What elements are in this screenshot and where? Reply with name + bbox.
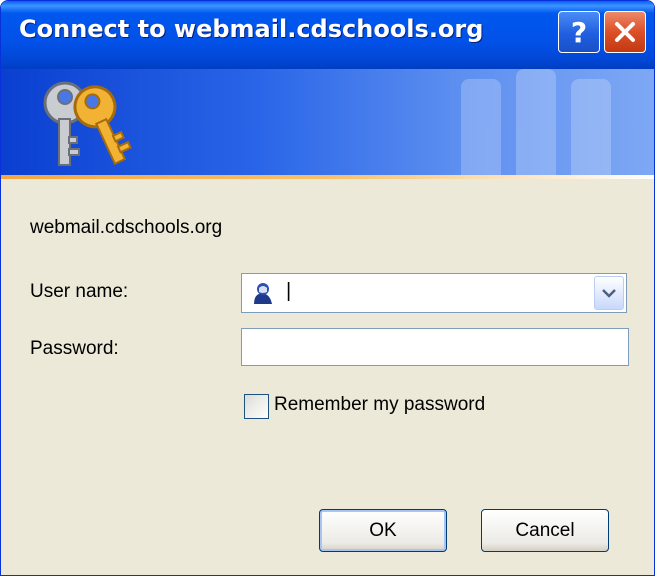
login-dialog: Connect to webmail.cdschools.org ? webma… — [0, 0, 655, 576]
user-name-value: | — [286, 280, 292, 302]
password-field[interactable] — [241, 328, 629, 366]
remember-password-label[interactable]: Remember my password — [274, 394, 485, 416]
cancel-button[interactable]: Cancel — [481, 509, 609, 552]
ok-button[interactable]: OK — [319, 509, 447, 552]
user-avatar-icon — [250, 280, 276, 306]
server-name: webmail.cdschools.org — [30, 217, 223, 238]
banner — [1, 69, 654, 175]
title-bar[interactable]: Connect to webmail.cdschools.org ? — [1, 1, 654, 69]
help-button[interactable]: ? — [558, 11, 600, 53]
user-name-label: User name: — [30, 281, 129, 302]
user-name-dropdown-button[interactable] — [594, 276, 624, 310]
window-title: Connect to webmail.cdschools.org — [19, 15, 484, 43]
password-label: Password: — [30, 338, 119, 359]
close-icon — [615, 22, 635, 42]
keys-icon — [43, 81, 132, 166]
banner-divider — [1, 175, 654, 179]
chevron-down-icon — [602, 289, 616, 298]
user-name-combobox[interactable]: | — [241, 273, 627, 313]
close-button[interactable] — [604, 11, 646, 53]
remember-password-checkbox[interactable] — [244, 394, 269, 419]
keys-watermark-icon — [461, 69, 611, 175]
